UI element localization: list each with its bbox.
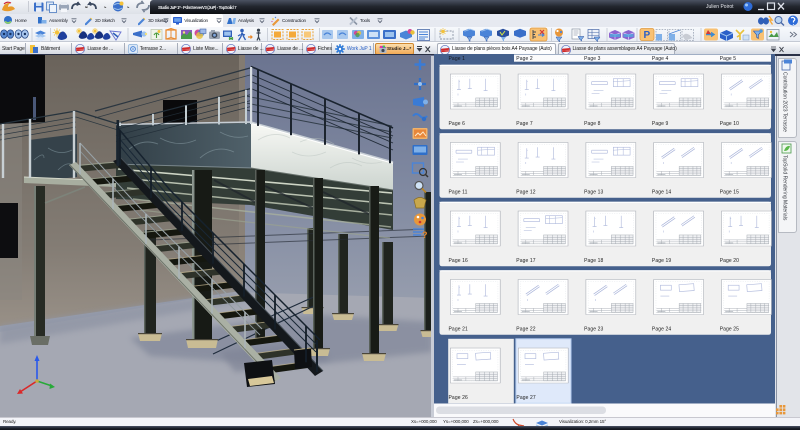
svg-text:Page 1: Page 1	[449, 56, 466, 62]
svg-text:Page 20: Page 20	[720, 258, 739, 264]
svg-text:Page 11: Page 11	[449, 189, 468, 195]
svg-text:Page 22: Page 22	[516, 326, 535, 332]
svg-text:Page 5: Page 5	[720, 56, 737, 62]
svg-text:Page 21: Page 21	[449, 326, 468, 332]
svg-text:Page 4: Page 4	[652, 56, 669, 62]
svg-text:Page 8: Page 8	[584, 121, 601, 127]
svg-text:Page 25: Page 25	[720, 326, 739, 332]
svg-text:Page 26: Page 26	[449, 395, 468, 401]
svg-text:Page 16: Page 16	[449, 258, 468, 264]
svg-text:Page 27: Page 27	[516, 395, 535, 401]
svg-text:Page 10: Page 10	[720, 121, 739, 127]
svg-text:Page 15: Page 15	[720, 189, 739, 195]
svg-text:Page 19: Page 19	[652, 258, 671, 264]
svg-text:Page 7: Page 7	[516, 121, 533, 127]
svg-text:Page 23: Page 23	[584, 326, 603, 332]
svg-text:Page 9: Page 9	[652, 121, 669, 127]
svg-text:Page 3: Page 3	[584, 56, 601, 62]
svg-text:P: P	[644, 30, 651, 41]
svg-text:Page 6: Page 6	[449, 121, 466, 127]
svg-text:Page 2: Page 2	[516, 56, 533, 62]
svg-text:Page 12: Page 12	[516, 189, 535, 195]
svg-text:Page 18: Page 18	[584, 258, 603, 264]
svg-text:Page 13: Page 13	[584, 189, 603, 195]
svg-text:Page 14: Page 14	[652, 189, 671, 195]
svg-text:Page 17: Page 17	[516, 258, 535, 264]
svg-text:Page 24: Page 24	[652, 326, 671, 332]
svg-text:?: ?	[422, 230, 428, 240]
